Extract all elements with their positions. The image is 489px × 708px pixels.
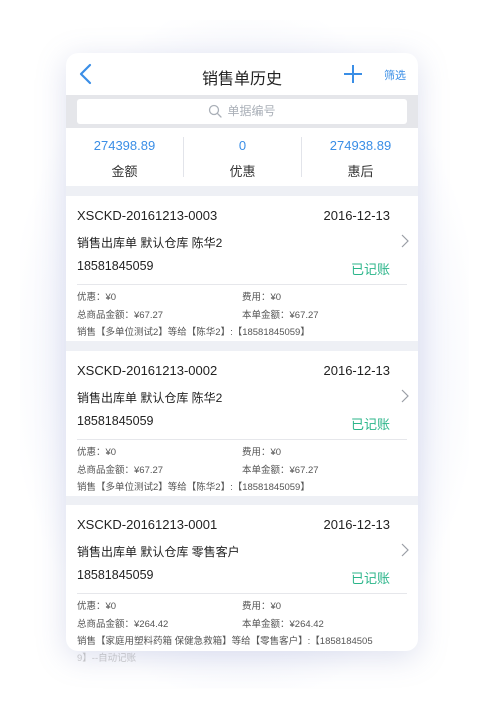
goods-total-text: 总商品金额：¥264.42 [77,619,169,630]
chevron-right-icon [401,389,409,403]
stat-label: 金额 [111,164,138,179]
goods-total-text: 总商品金额：¥67.27 [77,310,164,321]
status-badge: 已记账 [350,417,390,432]
discount-text: 优惠：¥0 [77,447,117,458]
divider [77,284,407,285]
order-description: 销售出库单 默认仓库 陈华2 [77,391,223,405]
order-description: 销售出库单 默认仓库 陈华2 [77,236,223,250]
chevron-right-icon [401,543,409,557]
stat-label: 优惠 [229,164,256,179]
divider [77,439,407,440]
nav-bar: 销售单历史 筛选 [66,53,418,95]
discount-text: 优惠：¥0 [77,601,117,612]
order-number: XSCKD-20161213-0001 [77,517,218,532]
back-arrow-icon[interactable] [76,62,96,86]
plus-icon[interactable] [342,63,364,85]
search-icon [209,104,223,118]
stat-amount: 274398.89 金额 [66,128,183,186]
fee-text: 费用：¥0 [242,292,282,303]
fee-text: 费用：¥0 [242,601,282,612]
status-badge: 已记账 [350,262,390,277]
status-badge: 已记账 [350,571,390,586]
fee-text: 费用：¥0 [242,447,282,458]
order-number: XSCKD-20161213-0002 [77,363,218,378]
order-card[interactable]: XSCKD-20161213-0002 2016-12-13 销售出库单 默认仓… [66,351,418,496]
order-date: 2016-12-13 [323,208,391,223]
search-bar: 单据编号 [66,95,418,128]
stat-discount: 0 优惠 [184,128,301,186]
discount-text: 优惠：¥0 [77,292,117,303]
order-total-text: 本单金额：¥67.27 [242,465,319,476]
order-total-text: 本单金额：¥264.42 [242,619,324,630]
chevron-right-icon [401,234,409,248]
search-placeholder: 单据编号 [227,104,276,118]
order-total-text: 本单金额：¥67.27 [242,310,319,321]
customer-phone: 18581845059 [77,259,154,273]
divider [77,593,407,594]
order-card[interactable]: XSCKD-20161213-0001 2016-12-13 销售出库单 默认仓… [66,505,418,651]
stat-value: 274398.89 [93,138,156,153]
order-number: XSCKD-20161213-0003 [77,208,218,223]
order-card[interactable]: XSCKD-20161213-0003 2016-12-13 销售出库单 默认仓… [66,196,418,341]
order-date: 2016-12-13 [323,363,391,378]
filter-button[interactable]: 筛选 [384,67,406,83]
stat-after-discount: 274938.89 惠后 [302,128,418,186]
customer-phone: 18581845059 [77,414,154,428]
order-date: 2016-12-13 [323,517,391,532]
order-summary-overflow: 9】--自动记账 [77,653,137,664]
order-summary: 销售【多单位测试2】等给【陈华2】:【18581845059】 [77,482,310,493]
stat-value: 0 [238,138,247,153]
customer-phone: 18581845059 [77,568,154,582]
order-description: 销售出库单 默认仓库 零售客户 [77,545,240,559]
order-summary: 销售【多单位测试2】等给【陈华2】:【18581845059】 [77,327,310,338]
search-input[interactable]: 单据编号 [77,99,407,124]
phone-screen: 销售单历史 筛选 单据编号 274398.89 金额 0 优惠 274938.8… [66,53,418,651]
summary-stats: 274398.89 金额 0 优惠 274938.89 惠后 [66,128,418,186]
order-summary: 销售【家庭用塑料药箱 保健急救箱】等给【零售客户】:【1858184505 [77,636,373,647]
stat-value: 274938.89 [329,138,392,153]
stat-label: 惠后 [347,164,374,179]
page-title: 销售单历史 [201,71,282,88]
goods-total-text: 总商品金额：¥67.27 [77,465,164,476]
